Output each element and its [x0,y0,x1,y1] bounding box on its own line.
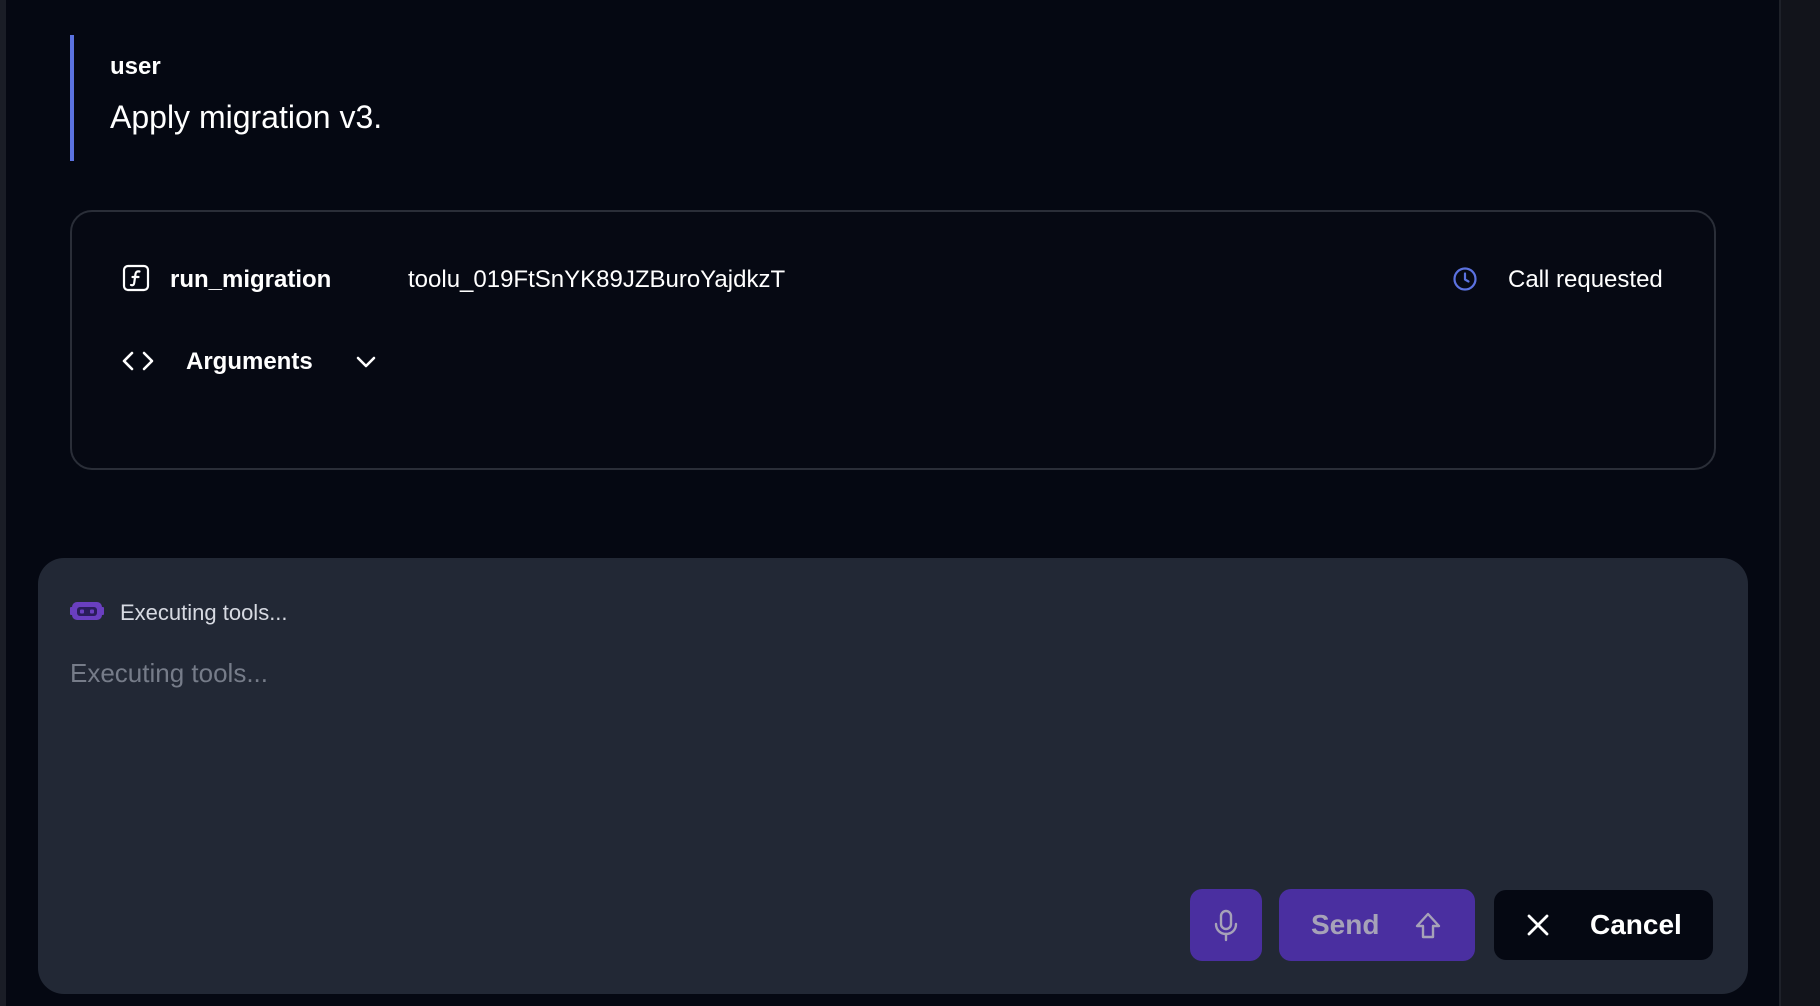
tool-call-id: toolu_019FtSnYK89JZBuroYajdkzT [408,266,786,293]
message-text: Apply migration v3. [110,99,383,135]
send-button[interactable]: Send [1279,889,1475,961]
cancel-button[interactable]: Cancel [1494,890,1713,960]
arrow-up-icon [1415,912,1441,939]
tool-name: run_migration [170,266,332,293]
bot-icon [70,602,104,620]
execution-status-text: Executing tools... [120,600,288,625]
left-edge-divider [0,0,6,1006]
send-label: Send [1311,909,1380,940]
tool-call-header: run_migration toolu_019FtSnYK89JZBuroYaj… [122,262,1668,296]
tool-call-status: Call requested [1508,266,1663,293]
user-message: user Apply migration v3. [70,35,870,161]
message-composer: Executing tools... Send Cancel [38,558,1748,994]
tool-call-card: run_migration toolu_019FtSnYK89JZBuroYaj… [70,210,1716,470]
close-icon [1527,914,1549,936]
right-side-panel [1779,0,1820,1006]
cancel-label: Cancel [1590,909,1682,940]
microphone-icon [1214,909,1238,942]
function-icon [122,264,150,292]
arguments-toggle[interactable]: Arguments [122,344,422,380]
clock-icon [1453,267,1477,291]
message-input[interactable] [70,658,1710,818]
chevron-down-icon [356,356,376,368]
microphone-button[interactable] [1190,889,1262,961]
code-icon [122,351,154,371]
message-role: user [110,53,161,80]
arguments-label: Arguments [186,348,313,375]
chat-page: user Apply migration v3. run_migration t… [0,0,1820,1006]
